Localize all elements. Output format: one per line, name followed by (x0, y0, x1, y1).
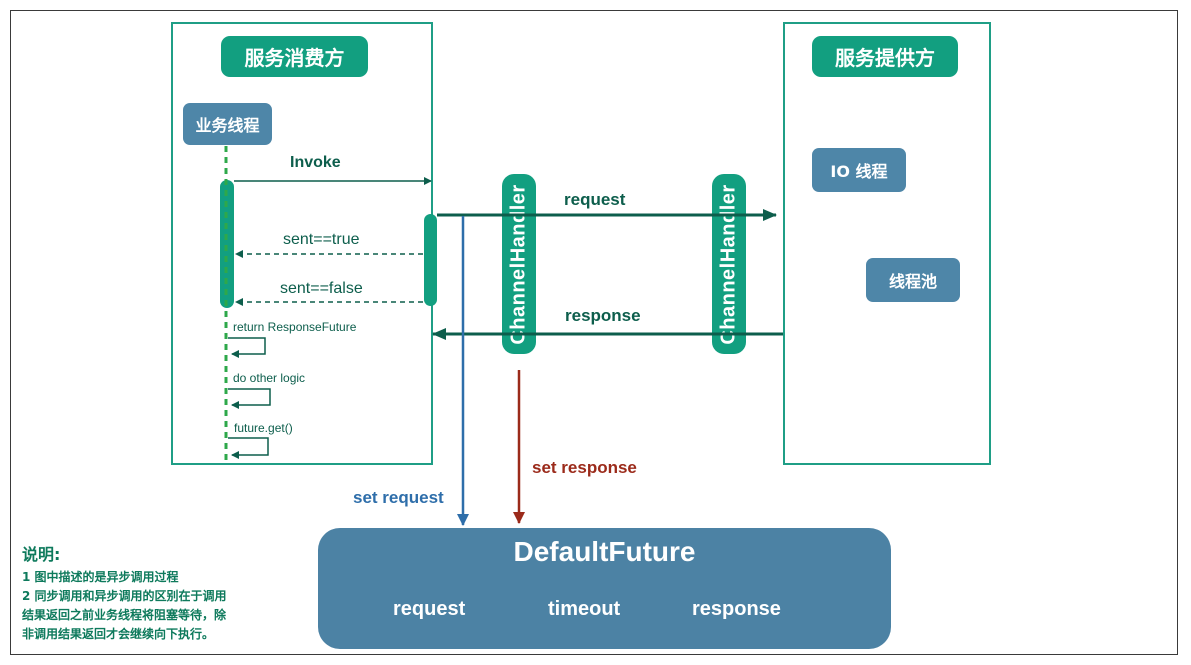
invoke-label: Invoke (290, 154, 341, 171)
notes-line-4: 非调用结果返回才会继续向下执行。 (22, 627, 215, 641)
set-response-label: set response (532, 458, 637, 477)
response-label: response (565, 306, 641, 325)
future-get-loop (228, 437, 269, 459)
notes-block: 说明: 1 图中描述的是异步调用过程 2 同步调用和异步调用的区别在于调用 结果… (22, 544, 227, 644)
future-field-request: request (393, 598, 466, 620)
future-field-timeout: timeout (548, 598, 621, 620)
return-future-loop (228, 337, 266, 358)
request-label: request (564, 190, 626, 209)
notes-line-2: 2 同步调用和异步调用的区别在于调用 (22, 589, 227, 603)
notes-line-1: 1 图中描述的是异步调用过程 (22, 570, 179, 584)
future-field-response: response (692, 598, 781, 620)
default-future-box: DefaultFuture request timeout response (318, 528, 891, 649)
other-logic-label: do other logic (233, 371, 306, 385)
set-request-label: set request (353, 488, 444, 507)
notes-heading: 说明: (22, 545, 61, 564)
future-get-label: future.get() (234, 421, 293, 435)
notes-line-3: 结果返回之前业务线程将阻塞等待，除 (22, 608, 227, 622)
sent-true-label: sent==true (283, 231, 360, 248)
default-future-title: DefaultFuture (513, 536, 696, 567)
sent-false-label: sent==false (280, 280, 363, 297)
return-future-label: return ResponseFuture (233, 320, 357, 334)
other-logic-loop (228, 388, 271, 409)
